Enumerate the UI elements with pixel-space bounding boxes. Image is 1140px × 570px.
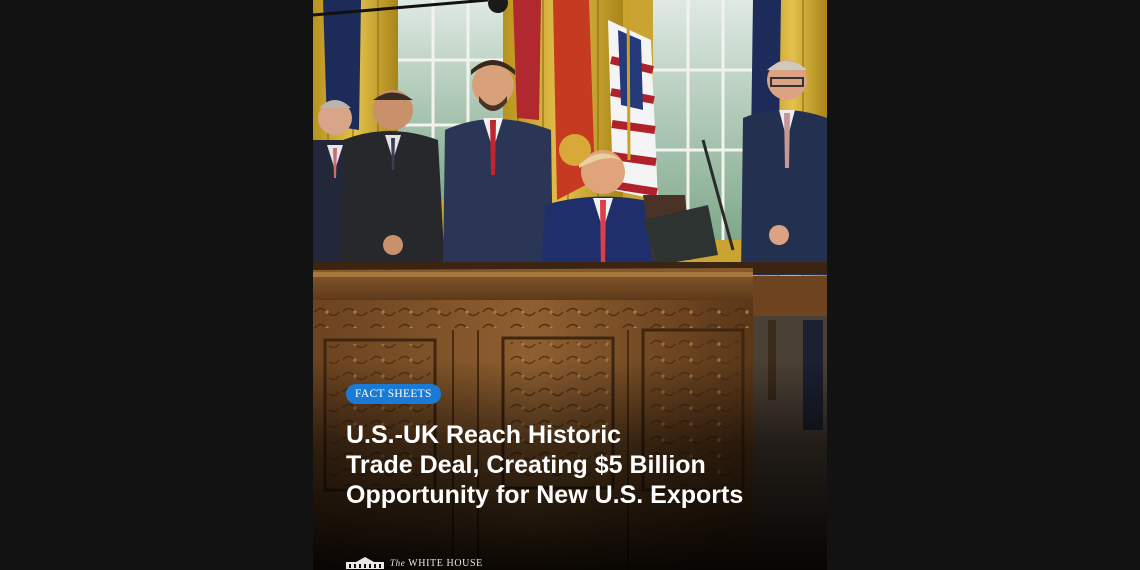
headline: U.S.-UK Reach Historic Trade Deal, Creat… bbox=[346, 420, 806, 510]
white-house-wordmark: The WHITE HOUSE bbox=[390, 558, 483, 569]
letterbox-left bbox=[0, 0, 313, 570]
headline-line-3: Opportunity for New U.S. Exports bbox=[346, 481, 744, 509]
letterbox-right bbox=[827, 0, 1140, 570]
fact-sheets-badge[interactable]: FACT SHEETS bbox=[346, 384, 441, 404]
headline-line-1: U.S.-UK Reach Historic bbox=[346, 421, 622, 449]
wordmark-name: WHITE HOUSE bbox=[408, 557, 483, 569]
wordmark-the: The bbox=[390, 557, 406, 568]
white-house-building-icon bbox=[346, 557, 384, 569]
social-post-card: FACT SHEETS U.S.-UK Reach Historic Trade… bbox=[313, 0, 827, 570]
white-house-logo: The WHITE HOUSE bbox=[346, 556, 483, 570]
headline-line-2: Trade Deal, Creating $5 Billion bbox=[346, 451, 706, 479]
